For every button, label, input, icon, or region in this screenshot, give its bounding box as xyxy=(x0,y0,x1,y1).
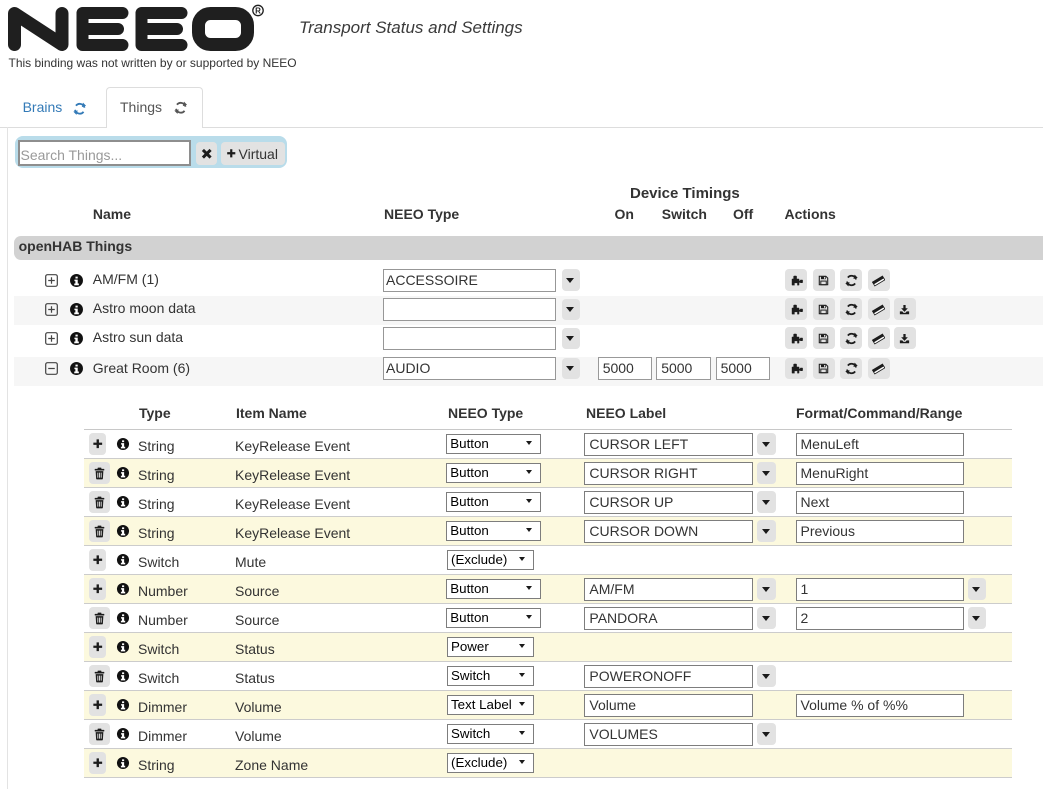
svg-text:R: R xyxy=(255,6,261,15)
